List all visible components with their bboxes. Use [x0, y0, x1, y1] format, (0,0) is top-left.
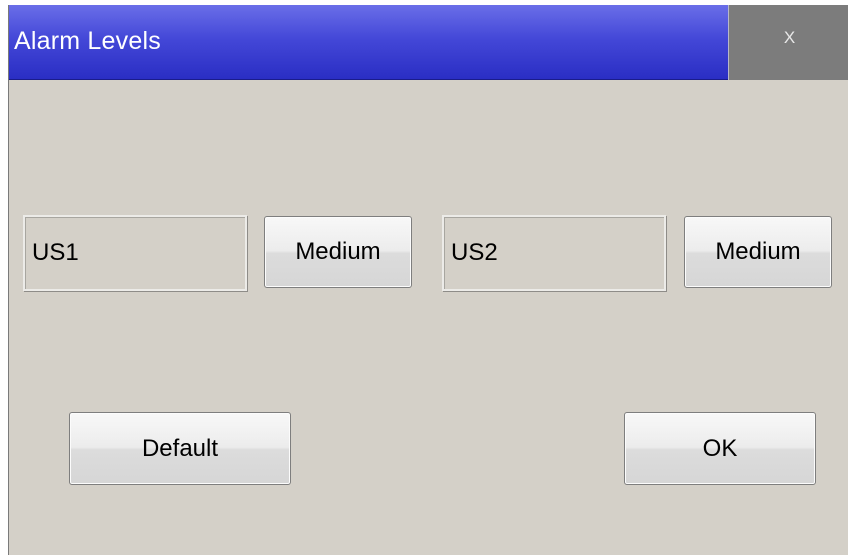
ok-button[interactable]: OK — [624, 412, 816, 485]
channel-label-us1: US1 — [23, 215, 247, 291]
channel-label-us1-text: US1 — [32, 239, 79, 266]
default-button[interactable]: Default — [69, 412, 291, 485]
us2-level-button[interactable]: Medium — [684, 216, 832, 288]
window-title: Alarm Levels — [14, 27, 161, 55]
close-button[interactable]: X — [728, 5, 848, 80]
ok-button-label: OK — [702, 435, 738, 462]
alarm-levels-dialog: Alarm Levels X US1 Medium US2 Medium Def… — [8, 5, 848, 555]
close-icon: X — [783, 28, 796, 47]
default-button-label: Default — [141, 435, 219, 462]
channel-label-us2-text: US2 — [451, 239, 498, 266]
us1-level-button[interactable]: Medium — [264, 216, 412, 288]
title-bar: Alarm Levels X — [9, 5, 848, 80]
us1-level-label: Medium — [295, 238, 381, 265]
us2-level-label: Medium — [715, 238, 801, 265]
channel-label-us2: US2 — [442, 215, 666, 291]
